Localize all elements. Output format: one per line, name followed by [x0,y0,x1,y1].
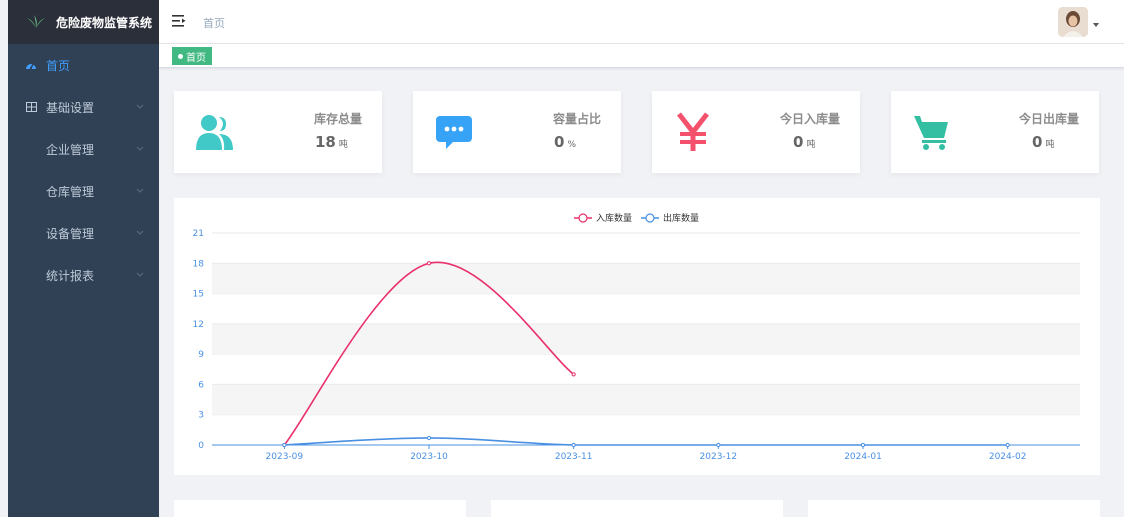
stat-number: 0 [793,133,804,151]
chevron-down-icon [136,188,144,193]
stat-unit: 吨 [1045,140,1055,150]
legend-item: 入库数量 [574,212,632,224]
stat-card-outbound-today[interactable]: 今日出库量 0吨 [891,91,1099,173]
stat-unit: 吨 [338,140,348,150]
grid-band [212,323,1080,355]
sidebar-item-label: 基础设置 [46,100,95,115]
stat-unit: % [567,140,576,150]
y-tick-label: 21 [193,229,204,239]
stat-card-inbound-today[interactable]: 今日入库量 0吨 [652,91,860,173]
sidebar-item-label: 统计报表 [46,268,95,283]
y-tick-label: 9 [198,350,204,360]
bottom-panel [491,500,783,517]
x-tick-label: 2023-12 [700,452,738,462]
bottom-panel [808,500,1100,517]
grid-band [212,384,1080,415]
sidebar-item-label: 设备管理 [46,226,95,241]
bottom-panel [174,500,466,517]
breadcrumb[interactable]: 首页 [203,15,225,31]
legend-label: 入库数量 [596,212,632,224]
sidebar-item-home[interactable]: 首页 [8,44,159,86]
active-dot-icon [178,53,183,59]
sidebar-item-enterprise[interactable]: 企业管理 [8,128,159,170]
sidebar-item-label: 仓库管理 [46,184,95,199]
y-tick-label: 6 [198,380,204,390]
legend-label: 出库数量 [663,212,699,224]
chevron-down-icon [136,272,144,277]
stat-card-capacity[interactable]: 容量占比 0% [413,91,621,173]
tag-home[interactable]: 首页 [172,47,212,65]
y-tick-label: 12 [193,320,204,330]
x-tick-label: 2024-01 [844,452,882,462]
y-tick-label: 15 [193,290,204,300]
y-tick-label: 18 [193,259,205,269]
stat-value: 18 吨 [315,133,348,151]
x-tick-label: 2023-10 [410,452,448,462]
sidebar-item-reports[interactable]: 统计报表 [8,254,159,296]
stat-value: 0吨 [1032,133,1054,151]
data-point [282,442,287,448]
data-point [571,442,576,448]
shopping-cart-icon [911,111,953,153]
sidebar-item-equipment[interactable]: 设备管理 [8,212,159,254]
sidebar-item-warehouse[interactable]: 仓库管理 [8,170,159,212]
line-chart: 0 3 6 9 12 15 18 21 2023-09 2023-10 2023-11 2023-1… [193,212,1080,462]
stat-title: 今日出库量 [1018,112,1079,126]
dashboard-icon [24,60,38,70]
stat-number: 0 [1032,133,1043,151]
chevron-down-icon [136,230,144,235]
navbar: 首页 [159,0,1124,44]
sidebar-item-label: 首页 [46,58,71,73]
yuan-icon [672,111,714,153]
stat-title: 今日入库量 [779,112,840,126]
data-point [571,372,576,377]
stat-title: 库存总量 [313,112,362,126]
grid-icon [24,102,38,112]
tags-view: 首页 [159,44,1124,68]
data-point [426,435,432,441]
chevron-down-icon [136,146,144,151]
y-tick-label: 3 [198,411,204,421]
sidebar: 危险废物监管系统 首页 基础设置 企业管理 仓库管理 设备管理 统计报表 [8,0,159,517]
stat-number: 18 [315,133,336,151]
line-chart-panel: 0 3 6 9 12 15 18 21 2023-09 2023-10 2023-11 2023-1… [174,198,1100,475]
avatar[interactable] [1058,7,1088,37]
tag-label: 首页 [186,52,206,64]
sidebar-item-basic-settings[interactable]: 基础设置 [8,86,159,128]
message-icon [433,111,475,153]
app-title: 危险废物监管系统 [56,15,153,30]
stat-number: 0 [554,133,565,151]
data-point [1005,442,1010,448]
app-logo[interactable]: 危险废物监管系统 [8,0,159,44]
legend-marker [578,213,588,223]
caret-down-icon[interactable] [1092,22,1100,28]
chevron-down-icon [136,104,144,109]
people-icon [194,111,236,153]
legend-marker [645,213,655,223]
x-tick-label: 2023-09 [266,452,304,462]
x-tick-label: 2023-11 [555,452,593,462]
x-tick-label: 2024-02 [989,452,1027,462]
data-point [860,442,866,448]
stat-unit: 吨 [806,140,816,150]
series-line [284,437,1008,446]
stat-card-inventory[interactable]: 库存总量 18 吨 [174,91,382,173]
data-point [716,442,721,448]
stat-value: 0吨 [793,133,815,151]
logo-icon [27,15,45,28]
stat-value: 0% [554,133,576,151]
legend-item: 出库数量 [641,212,699,224]
grid-band [212,263,1080,294]
y-tick-label: 0 [198,441,204,451]
hamburger-icon[interactable] [172,15,186,27]
stat-title: 容量占比 [552,112,601,126]
sidebar-item-label: 企业管理 [46,142,95,157]
data-point [426,261,432,266]
